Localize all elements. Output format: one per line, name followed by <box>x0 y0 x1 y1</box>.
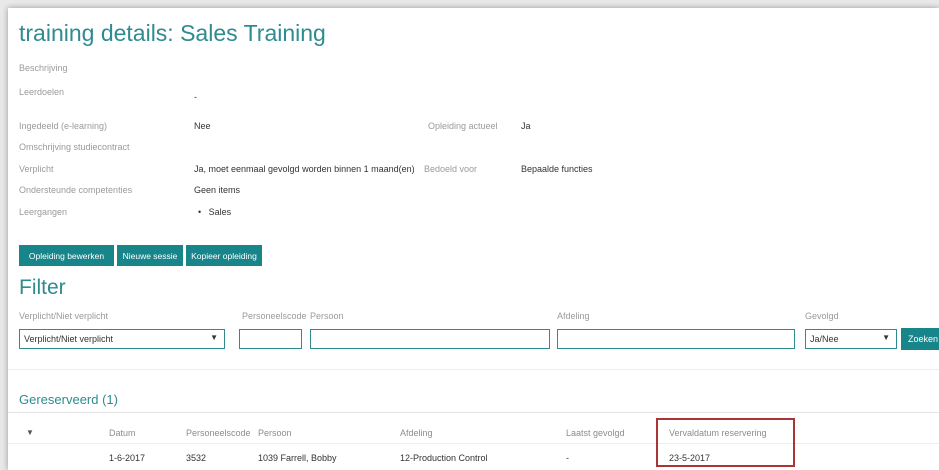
verplicht-filter-label: Verplicht/Niet verplicht <box>19 311 109 321</box>
ingedeeld-value: Nee <box>194 121 211 131</box>
opleiding-actueel-label: Opleiding actueel <box>428 121 498 131</box>
column-header-persoon[interactable]: Persoon <box>258 428 292 438</box>
triangle-down-icon: ▼ <box>882 333 890 342</box>
triangle-down-icon: ▼ <box>210 333 218 342</box>
ingedeeld-label: Ingedeeld (e-learning) <box>19 121 108 131</box>
edit-training-button[interactable]: Opleiding bewerken <box>19 245 114 266</box>
cell-afdeling: 12-Production Control <box>400 453 488 463</box>
personeelscode-filter-label: Personeelscode <box>242 311 307 321</box>
competenties-label: Ondersteunde competenties <box>19 185 133 195</box>
search-button[interactable]: Zoeken <box>901 328 939 350</box>
bedoeld-voor-value: Bepaalde functies <box>521 164 593 174</box>
highlight-box <box>656 418 795 467</box>
new-session-button[interactable]: Nieuwe sessie <box>117 245 183 266</box>
copy-training-button[interactable]: Kopieer opleiding <box>186 245 262 266</box>
filter-heading: Filter <box>19 276 66 299</box>
opleiding-actueel-value: Ja <box>521 121 531 131</box>
column-header-datum[interactable]: Datum <box>109 428 136 438</box>
verplicht-select-value: Verplicht/Niet verplicht <box>24 334 114 344</box>
row-divider <box>8 443 939 444</box>
column-header-laatst-gevolgd[interactable]: Laatst gevolgd <box>566 428 625 438</box>
bullet-icon: • <box>198 207 202 217</box>
leergangen-list-item: • Sales <box>198 207 231 217</box>
gevolgd-filter-label: Gevolgd <box>805 311 839 321</box>
afdeling-input[interactable] <box>557 329 795 349</box>
cell-laatst-gevolgd: - <box>566 453 569 463</box>
leerdoelen-value: - <box>194 92 197 102</box>
verplicht-select[interactable]: Verplicht/Niet verplicht ▼ <box>19 329 225 349</box>
persoon-filter-label: Persoon <box>310 311 344 321</box>
divider <box>8 412 939 413</box>
cell-personeelscode: 3532 <box>186 453 207 463</box>
leergangen-label: Leergangen <box>19 207 68 217</box>
divider <box>8 369 939 370</box>
cell-datum: 1-6-2017 <box>109 453 146 463</box>
competenties-value: Geen items <box>194 185 241 195</box>
training-details-panel: training details: Sales Training Beschri… <box>8 8 939 470</box>
column-header-afdeling[interactable]: Afdeling <box>400 428 433 438</box>
gevolgd-select[interactable]: Ja/Nee ▼ <box>805 329 897 349</box>
afdeling-filter-label: Afdeling <box>557 311 590 321</box>
beschrijving-label: Beschrijving <box>19 63 68 73</box>
reserved-heading: Gereserveerd (1) <box>19 392 118 407</box>
personeelscode-input[interactable] <box>239 329 302 349</box>
verplicht-value: Ja, moet eenmaal gevolgd worden binnen 1… <box>194 164 415 174</box>
omschrijving-label: Omschrijving studiecontract <box>19 142 130 152</box>
persoon-input[interactable] <box>310 329 550 349</box>
bedoeld-voor-label: Bedoeld voor <box>424 164 478 174</box>
column-header-personeelscode[interactable]: Personeelscode <box>186 428 251 438</box>
verplicht-label: Verplicht <box>19 164 54 174</box>
gevolgd-select-value: Ja/Nee <box>810 334 839 344</box>
cell-persoon: 1039 Farrell, Bobby <box>258 453 337 463</box>
page-title: training details: Sales Training <box>19 20 326 46</box>
leergang-name: Sales <box>208 207 232 217</box>
caret-down-icon[interactable]: ▼ <box>26 428 34 437</box>
leerdoelen-label: Leerdoelen <box>19 87 65 97</box>
